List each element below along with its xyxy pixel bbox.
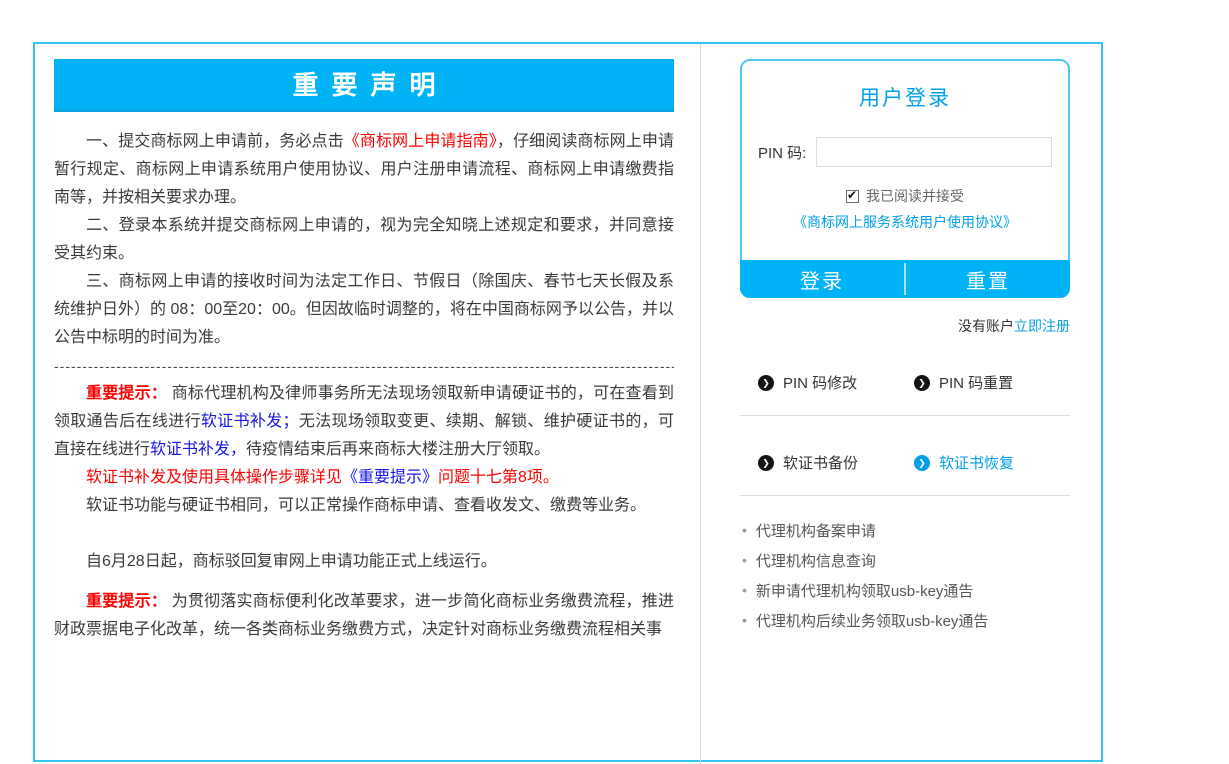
agreement-link[interactable]: 《商标网上服务系统用户使用协议》	[742, 212, 1068, 232]
agree-label: 我已阅读并接受	[866, 188, 964, 204]
page-title: 重要声明	[54, 59, 674, 112]
agency-link-item[interactable]: • 代理机构后续业务领取usb-key通告	[742, 605, 1070, 635]
agency-link-item[interactable]: • 代理机构信息查询	[742, 545, 1070, 575]
bullet-icon: •	[742, 582, 747, 598]
agree-row: 我已阅读并接受	[742, 186, 1068, 206]
agency-link-label: 代理机构备案申请	[756, 520, 876, 541]
horizontal-separator	[740, 415, 1070, 416]
text-segment: 重要提示：	[86, 385, 167, 402]
quick-link-label: PIN 码重置	[939, 372, 1013, 393]
blue-inline-link[interactable]: 软证书补发；	[201, 413, 299, 430]
declaration-paragraph: 重要提示： 商标代理机构及律师事务所无法现场领取新申请硬证书的，可在查看到领取通…	[54, 380, 674, 464]
quick-link-label: 软证书恢复	[939, 452, 1014, 473]
quick-link-row: ❯ PIN 码修改 ❯ PIN 码重置	[758, 372, 1070, 393]
arrow-circle-icon: ❯	[758, 455, 774, 471]
dashed-separator: ----------------------------------------…	[54, 357, 674, 375]
register-row: 没有账户立即注册	[740, 316, 1070, 336]
agency-link-label: 代理机构后续业务领取usb-key通告	[756, 610, 989, 631]
quick-link-row: ❯ 软证书备份 ❯ 软证书恢复	[758, 452, 1070, 473]
pin-label: PIN 码:	[758, 142, 806, 163]
declaration-paragraph: 三、商标网上申请的接收时间为法定工作日、节假日（除国庆、春节七天长假及系统维护日…	[54, 268, 674, 352]
text-segment: 二、登录本系统并提交商标网上申请的，视为完全知晓上述规定和要求，并同意接受其约束…	[54, 217, 674, 262]
text-segment: 软证书功能与硬证书相同，可以正常操作商标申请、查看收发文、缴费等业务。	[86, 497, 646, 514]
arrow-circle-icon: ❯	[758, 375, 774, 391]
arrow-circle-icon: ❯	[914, 455, 930, 471]
quick-link-item[interactable]: ❯ 软证书备份	[758, 452, 914, 473]
login-button[interactable]: 登录	[740, 260, 904, 298]
pin-input[interactable]	[816, 137, 1052, 167]
login-title: 用户登录	[742, 82, 1068, 112]
declaration-section: 重要声明 一、提交商标网上申请前，务必点击《商标网上申请指南》，仔细阅读商标网上…	[35, 44, 702, 644]
horizontal-separator	[740, 495, 1070, 496]
sidebar: 用户登录 PIN 码: 我已阅读并接受 《商标网上服务系统用户使用协议》 登录 …	[740, 59, 1070, 635]
agency-link-label: 代理机构信息查询	[756, 550, 876, 571]
quick-link-label: PIN 码修改	[783, 372, 857, 393]
reset-button[interactable]: 重置	[906, 260, 1070, 298]
agency-link-list: • 代理机构备案申请 • 代理机构信息查询 • 新申请代理机构领取usb-key通告 • 代理…	[742, 515, 1070, 635]
text-segment: 待疫情结束后再来商标大楼注册大厅领取。	[246, 441, 550, 458]
declaration-paragraph: 自6月28日起，商标驳回复审网上申请功能正式上线运行。	[54, 548, 674, 576]
login-panel: 用户登录 PIN 码: 我已阅读并接受 《商标网上服务系统用户使用协议》 登录 …	[740, 59, 1070, 298]
agency-link-item[interactable]: • 代理机构备案申请	[742, 515, 1070, 545]
bullet-icon: •	[742, 552, 747, 568]
declaration-paragraph: 软证书补发及使用具体操作步骤详见《重要提示》问题十七第8项。	[54, 464, 674, 492]
text-segment: 软证书补发及使用具体操作步骤详见	[86, 469, 342, 486]
no-account-text: 没有账户	[958, 318, 1014, 334]
bullet-icon: •	[742, 522, 747, 538]
vertical-divider	[700, 44, 701, 764]
page-container: 重要声明 一、提交商标网上申请前，务必点击《商标网上申请指南》，仔细阅读商标网上…	[33, 42, 1103, 762]
declaration-content: 一、提交商标网上申请前，务必点击《商标网上申请指南》，仔细阅读商标网上申请暂行规…	[54, 128, 674, 644]
text-segment: 自6月28日起，商标驳回复审网上申请功能正式上线运行。	[86, 553, 497, 570]
quick-links: ❯ PIN 码修改 ❯ PIN 码重置 ❯ 软证书备份 ❯ 软证书恢复	[740, 372, 1070, 496]
register-link[interactable]: 立即注册	[1014, 318, 1070, 334]
agency-link-label: 新申请代理机构领取usb-key通告	[756, 580, 974, 601]
quick-link-item[interactable]: ❯ PIN 码重置	[914, 372, 1070, 393]
blue-inline-link[interactable]: 《重要提示》	[342, 469, 438, 486]
login-button-bar: 登录 重置	[740, 260, 1070, 298]
quick-link-item[interactable]: ❯ 软证书恢复	[914, 452, 1070, 473]
agree-checkbox-checked-icon[interactable]	[846, 190, 859, 203]
arrow-circle-icon: ❯	[914, 375, 930, 391]
declaration-paragraph: 重要提示： 为贯彻落实商标便利化改革要求，进一步简化商标业务缴费流程，推进财政票…	[54, 588, 674, 644]
text-segment: 三、商标网上申请的接收时间为法定工作日、节假日（除国庆、春节七天长假及系统维护日…	[54, 273, 674, 346]
quick-link-label: 软证书备份	[783, 452, 858, 473]
pin-row: PIN 码:	[758, 137, 1068, 167]
bullet-icon: •	[742, 612, 747, 628]
red-inline-link[interactable]: 《商标网上申请指南》	[344, 133, 497, 150]
blue-inline-link[interactable]: 软证书补发，	[150, 441, 246, 458]
declaration-paragraph: 一、提交商标网上申请前，务必点击《商标网上申请指南》，仔细阅读商标网上申请暂行规…	[54, 128, 674, 212]
text-segment: 一、提交商标网上申请前，务必点击	[86, 133, 344, 150]
quick-link-item[interactable]: ❯ PIN 码修改	[758, 372, 914, 393]
text-segment: 问题十七第8项。	[438, 469, 559, 486]
agency-link-item[interactable]: • 新申请代理机构领取usb-key通告	[742, 575, 1070, 605]
declaration-paragraph: 软证书功能与硬证书相同，可以正常操作商标申请、查看收发文、缴费等业务。	[54, 492, 674, 520]
declaration-paragraph: 二、登录本系统并提交商标网上申请的，视为完全知晓上述规定和要求，并同意接受其约束…	[54, 212, 674, 268]
